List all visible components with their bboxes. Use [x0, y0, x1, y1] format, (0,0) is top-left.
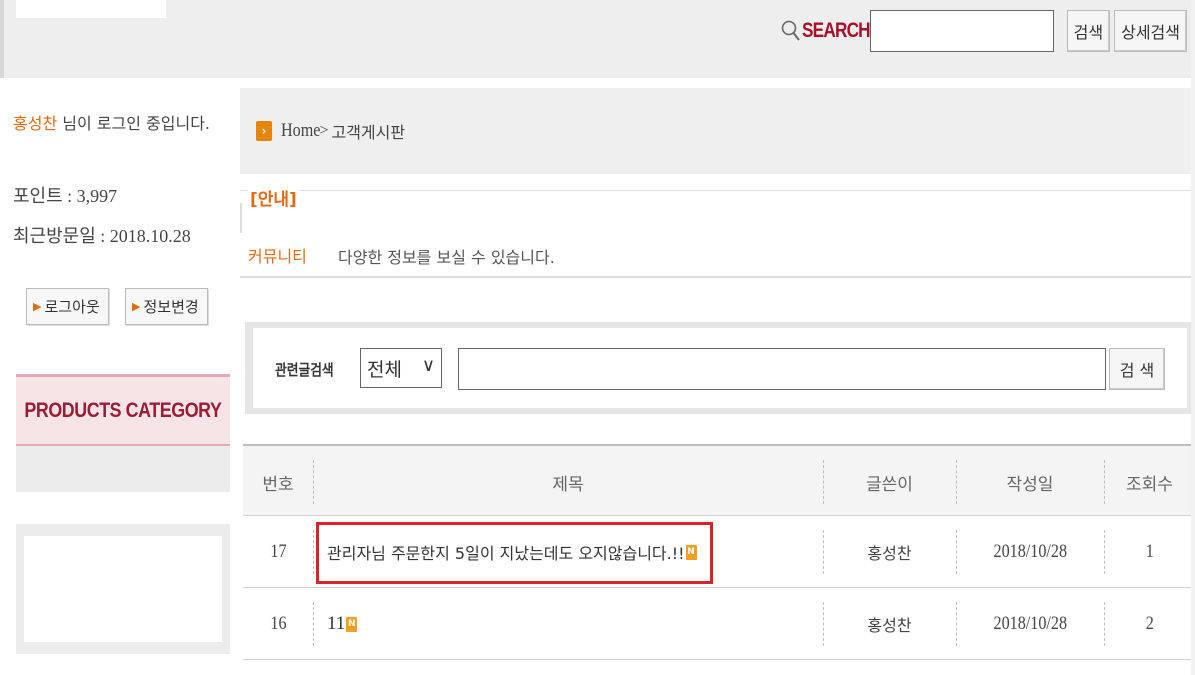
board-search-scope-select[interactable]: 전체 ∨ [360, 348, 442, 388]
notice-category: 커뮤니티 [248, 247, 307, 266]
notice-box: [안내] 커뮤니티 다양한 정보를 보실 수 있습니다. [240, 185, 1195, 278]
breadcrumb-home[interactable]: Home [281, 120, 320, 142]
breadcrumb: › Home > 고객게시판 [240, 88, 1195, 174]
column-divider [313, 530, 314, 574]
breadcrumb-separator: > [319, 122, 329, 139]
chevron-down-icon: ∨ [421, 355, 435, 376]
top-bar: SEARCH 검색 상세검색 [0, 0, 1195, 78]
user-name: 홍성찬 [13, 114, 58, 133]
new-badge-icon: N [346, 616, 358, 632]
row-views: 1 [1104, 516, 1195, 588]
magnifier-icon [781, 20, 800, 41]
side-banner-content[interactable] [24, 536, 222, 642]
user-points: 포인트 : 3,997 [13, 186, 118, 206]
triangle-right-icon: ▶ [33, 300, 42, 313]
notice-divider [240, 203, 242, 233]
row-number-text: 16 [269, 613, 287, 634]
edit-info-label: 정보변경 [143, 298, 199, 316]
table-row[interactable]: 16 11 N 홍성찬 2018/10/28 2 [243, 588, 1195, 660]
arrow-right-icon: › [256, 121, 272, 141]
row-writer: 홍성찬 [823, 588, 956, 660]
logout-label: 로그아웃 [44, 298, 100, 316]
row-writer-text: 홍성찬 [867, 544, 912, 563]
notice-text: 다양한 정보를 보실 수 있습니다. [338, 248, 555, 267]
search-word: SEARCH [801, 19, 871, 42]
row-date: 2018/10/28 [956, 588, 1104, 660]
top-search-area: SEARCH 검색 상세검색 [780, 9, 1187, 53]
column-date: 작성일 [1006, 474, 1054, 495]
row-date-text: 2018/10/28 [993, 541, 1067, 562]
login-status: 홍성찬 님이 로그인 중입니다. [13, 110, 210, 134]
side-banner [16, 524, 230, 654]
row-views-text: 1 [1145, 541, 1154, 562]
board-search-inner: 관련글검색 전체 ∨ 검 색 [253, 328, 1187, 408]
row-number: 16 [243, 588, 313, 660]
top-search-input[interactable] [869, 10, 1054, 52]
logout-button[interactable]: ▶ 로그아웃 [26, 288, 109, 325]
row-number: 17 [243, 516, 313, 588]
logo-area[interactable] [16, 0, 166, 18]
breadcrumb-current: 고객게시판 [331, 123, 406, 142]
row-writer-text: 홍성찬 [867, 616, 912, 635]
table-row[interactable]: 17 관리자님 주문한지 5일이 지났는데도 오지않습니다.!! N 홍성찬 20… [243, 516, 1195, 588]
column-number: 번호 [262, 474, 294, 495]
row-date-text: 2018/10/28 [993, 613, 1067, 634]
column-writer: 글쓴이 [866, 474, 913, 495]
top-search-button[interactable]: 검색 [1066, 10, 1111, 52]
board-search-panel: 관련글검색 전체 ∨ 검 색 [245, 322, 1195, 414]
page-scrollbar[interactable] [1191, 0, 1195, 675]
row-views-text: 2 [1145, 613, 1154, 634]
scope-value: 전체 [367, 358, 402, 381]
board-header: 번호 제목 글쓴이 작성일 조회수 [243, 444, 1195, 516]
notice-title: [안내] [248, 185, 299, 210]
column-title: 제목 [552, 474, 584, 495]
highlight-box [316, 522, 713, 584]
search-label: SEARCH [780, 19, 871, 43]
last-visit-date: 최근방문일 : 2018.10.28 [13, 226, 191, 246]
row-date: 2018/10/28 [956, 516, 1104, 588]
board-table: 번호 제목 글쓴이 작성일 조회수 17 관리자님 주문한지 5일이 지났는데도… [243, 444, 1195, 660]
column-divider [313, 602, 314, 646]
triangle-right-icon: ▶ [132, 300, 141, 313]
board-search-input[interactable] [458, 348, 1106, 390]
row-title[interactable]: 11 N [327, 588, 823, 660]
row-writer: 홍성찬 [823, 516, 956, 588]
post-title-link[interactable]: 11 [327, 613, 345, 635]
row-views: 2 [1104, 588, 1195, 660]
login-suffix: 님이 로그인 중입니다. [57, 114, 210, 133]
board-search-label: 관련글검색 [275, 361, 334, 379]
left-sidebar: 홍성찬 님이 로그인 중입니다. 포인트 : 3,997 최근방문일 : 201… [4, 78, 236, 675]
products-category-header: PRODUCTS CATEGORY [16, 374, 230, 446]
board-search-button[interactable]: 검 색 [1109, 348, 1165, 390]
row-number-text: 17 [269, 541, 287, 562]
advanced-search-button[interactable]: 상세검색 [1114, 10, 1187, 52]
category-list [16, 446, 230, 492]
edit-info-button[interactable]: ▶ 정보변경 [125, 288, 208, 325]
column-views: 조회수 [1126, 474, 1173, 495]
products-category-title: PRODUCTS CATEGORY [24, 398, 222, 422]
